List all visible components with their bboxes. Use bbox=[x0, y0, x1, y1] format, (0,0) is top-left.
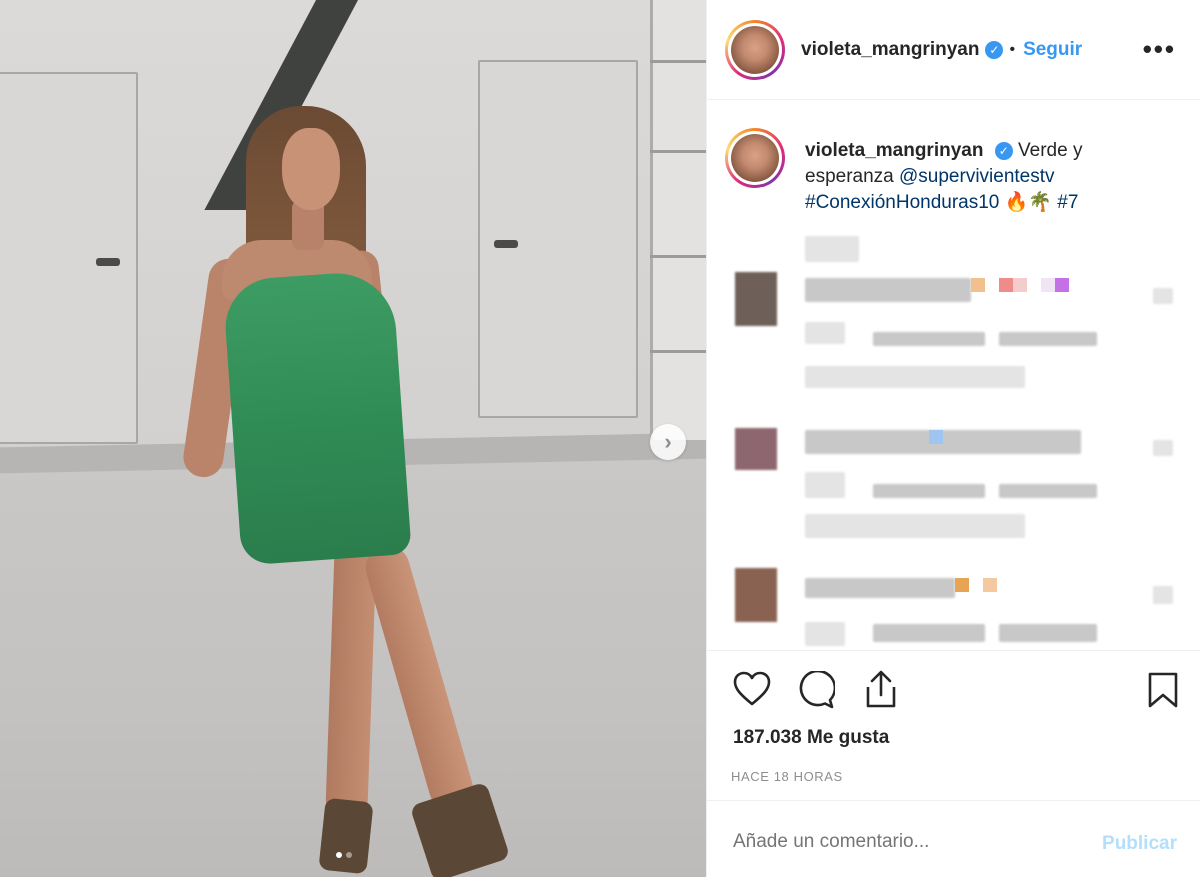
pixelated-text bbox=[805, 278, 971, 302]
carousel-dot bbox=[346, 852, 352, 858]
figure-face bbox=[282, 128, 340, 210]
publish-button[interactable]: Publicar bbox=[1102, 833, 1177, 855]
bookmark-icon[interactable] bbox=[1147, 671, 1179, 709]
photo-pillar-line bbox=[650, 350, 706, 353]
caption-avatar[interactable] bbox=[725, 128, 785, 188]
pixelated-text bbox=[805, 514, 1025, 538]
likes-count[interactable]: 187.038 Me gusta bbox=[733, 727, 889, 749]
verified-icon: ✓ bbox=[985, 40, 1004, 59]
avatar-image bbox=[731, 25, 779, 74]
caption-mention-link[interactable]: @supervivientestv bbox=[899, 166, 1055, 187]
pixelated-text bbox=[805, 322, 845, 344]
carousel-dots bbox=[336, 852, 352, 858]
post-photo[interactable]: › bbox=[0, 0, 706, 877]
comment-bar: Publicar bbox=[707, 800, 1200, 877]
photo-pillar-line bbox=[650, 255, 706, 258]
pixelated-text bbox=[873, 332, 985, 346]
photo-pillar bbox=[650, 0, 706, 440]
caption-hashtag-link[interactable]: #ConexiónHonduras10 bbox=[805, 192, 999, 213]
pixelated-block bbox=[1153, 586, 1173, 604]
photo-door-left bbox=[0, 72, 138, 444]
pixelated-text bbox=[805, 578, 955, 598]
heart-icon[interactable] bbox=[733, 671, 771, 707]
follow-button[interactable]: Seguir bbox=[1023, 39, 1082, 61]
pixelated-text bbox=[873, 624, 985, 642]
caption-text: violeta_mangrinyan ✓ Verde y esperanza @… bbox=[805, 138, 1125, 216]
photo-door-right bbox=[478, 60, 638, 418]
pixelated-avatar bbox=[735, 428, 777, 470]
avatar-image bbox=[731, 134, 779, 182]
comment-input[interactable] bbox=[733, 831, 1063, 853]
header-separator: • bbox=[1009, 40, 1016, 58]
photo-pillar-line bbox=[650, 150, 706, 153]
pixelated-text bbox=[873, 484, 985, 498]
pixelated-block bbox=[1153, 440, 1173, 456]
pixelated-block bbox=[805, 236, 859, 262]
pixelated-avatar bbox=[735, 568, 777, 622]
post-side-panel: violeta_mangrinyan ✓ • Seguir ••• violet… bbox=[706, 0, 1200, 877]
pixelated-text bbox=[805, 472, 845, 498]
verified-icon: ✓ bbox=[994, 141, 1013, 160]
pixelated-avatar bbox=[735, 272, 777, 326]
post-header: violeta_mangrinyan ✓ • Seguir ••• bbox=[707, 0, 1200, 100]
pixelated-text bbox=[805, 430, 1081, 454]
figure-green-dress bbox=[222, 269, 412, 566]
pixelated-block bbox=[1153, 288, 1173, 304]
chevron-right-icon: › bbox=[664, 429, 672, 454]
pixelated-text bbox=[999, 332, 1097, 346]
photo-pillar-line bbox=[650, 60, 706, 63]
caption-emojis: 🔥🌴 bbox=[1004, 192, 1052, 213]
comment-icon[interactable] bbox=[797, 671, 835, 709]
pixelated-text bbox=[805, 622, 845, 646]
figure-shoe-left bbox=[318, 797, 374, 875]
profile-avatar[interactable] bbox=[725, 19, 785, 80]
post-actions: 187.038 Me gusta HACE 18 HORAS bbox=[707, 650, 1200, 800]
more-icon[interactable]: ••• bbox=[1143, 34, 1176, 65]
pixelated-text bbox=[999, 484, 1097, 498]
pixelated-text bbox=[999, 624, 1097, 642]
pixelated-text bbox=[805, 366, 1025, 388]
header-username[interactable]: violeta_mangrinyan bbox=[801, 39, 979, 61]
caption-username[interactable]: violeta_mangrinyan bbox=[805, 140, 983, 161]
carousel-next-button[interactable]: › bbox=[650, 424, 686, 460]
post-timestamp[interactable]: HACE 18 HORAS bbox=[731, 769, 843, 784]
caption-hashtag-link[interactable]: #7 bbox=[1057, 192, 1078, 213]
carousel-dot-active bbox=[336, 852, 342, 858]
share-icon[interactable] bbox=[863, 669, 899, 709]
